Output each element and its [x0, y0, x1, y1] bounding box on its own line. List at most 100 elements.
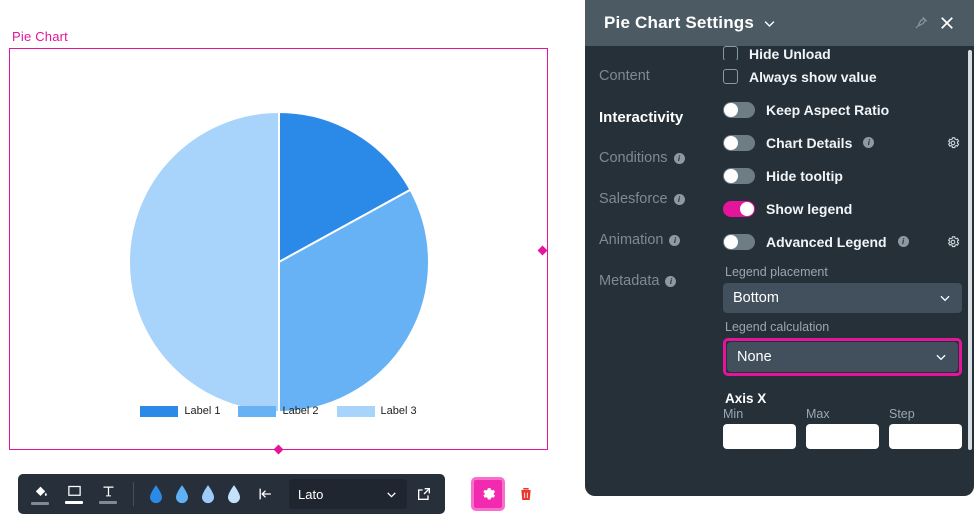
always-show-value-checkbox[interactable]	[723, 69, 738, 84]
info-icon[interactable]: i	[674, 194, 685, 205]
panel-nav-item-interactivity[interactable]: Interactivity	[599, 105, 715, 129]
color-droplet-3	[200, 484, 216, 505]
close-icon	[938, 14, 956, 32]
panel-nav: ContentInteractivityConditionsiSalesforc…	[585, 46, 715, 496]
chart-details-label: Chart Details	[766, 135, 852, 151]
hide-unload-checkbox[interactable]	[723, 46, 738, 60]
open-external-button[interactable]	[409, 478, 439, 510]
option-advanced-legend[interactable]: Advanced Legend i	[723, 225, 962, 258]
always-show-value-label: Always show value	[749, 69, 877, 85]
trash-icon	[518, 485, 534, 503]
show-legend-toggle[interactable]	[723, 201, 755, 217]
info-icon[interactable]: i	[669, 235, 680, 246]
chart-settings-button[interactable]	[471, 477, 505, 511]
border-color-indicator	[65, 501, 83, 504]
toggle-knob	[724, 235, 738, 249]
chevron-down-icon	[762, 16, 777, 31]
toggle-knob	[724, 136, 738, 150]
color-droplet-1	[148, 484, 164, 505]
pie-svg	[129, 112, 429, 412]
chart-details-settings-button[interactable]	[944, 134, 962, 152]
panel-nav-item-animation[interactable]: Animation i	[599, 228, 715, 252]
option-show-legend[interactable]: Show legend	[723, 192, 962, 225]
legend-item[interactable]: Label 1	[140, 405, 220, 417]
delete-button[interactable]	[510, 477, 542, 511]
gear-icon	[480, 486, 497, 503]
text-format-button[interactable]	[92, 478, 124, 510]
toggle-knob	[724, 103, 738, 117]
font-family-value: Lato	[298, 487, 323, 502]
hide-tooltip-toggle[interactable]	[723, 168, 755, 184]
pin-panel-button[interactable]	[908, 10, 934, 36]
panel-nav-item-conditions[interactable]: Conditions i	[599, 146, 715, 170]
legend-swatch	[337, 406, 375, 417]
format-toolbar: Lato	[18, 474, 445, 514]
advanced-legend-settings-button[interactable]	[944, 233, 962, 251]
panel-nav-label: Animation	[599, 232, 663, 248]
fill-color-button[interactable]	[24, 478, 56, 510]
option-always-show-value[interactable]: Always show value	[723, 60, 962, 93]
legend-calculation-value: None	[737, 349, 772, 365]
legend-item[interactable]: Label 2	[238, 405, 318, 417]
font-family-select[interactable]: Lato	[289, 479, 407, 509]
color-droplet-2	[174, 484, 190, 505]
chevron-down-icon	[385, 488, 398, 501]
color-swatch-button[interactable]	[143, 478, 169, 510]
info-icon[interactable]: i	[665, 276, 676, 287]
legend-placement-wrap: Bottom	[723, 283, 962, 313]
gear-icon	[945, 135, 961, 151]
option-chart-details[interactable]: Chart Details i	[723, 126, 962, 159]
close-panel-button[interactable]	[934, 10, 960, 36]
legend-placement-select[interactable]: Bottom	[723, 283, 962, 313]
axis-x-step-input[interactable]	[889, 424, 962, 449]
panel-nav-item-salesforce[interactable]: Salesforce i	[599, 187, 715, 211]
gear-icon	[945, 234, 961, 250]
chevron-down-icon	[934, 350, 948, 364]
info-icon[interactable]: i	[674, 153, 685, 164]
panel-scrollbar[interactable]	[968, 50, 972, 450]
legend-placement-label: Legend placement	[725, 265, 962, 279]
color-swatch-button[interactable]	[195, 478, 221, 510]
axis-x-max: Max	[806, 407, 879, 449]
pie-chart[interactable]: Label 1 Label 2 Label 3	[10, 49, 547, 449]
legend-swatch	[140, 406, 178, 417]
pie-slice[interactable]	[129, 112, 279, 412]
legend-calculation-select[interactable]: None	[727, 342, 958, 372]
axis-x-step-label: Step	[889, 407, 962, 421]
align-button[interactable]	[249, 478, 281, 510]
axis-x-min-label: Min	[723, 407, 796, 421]
legend-label: Label 2	[282, 405, 318, 417]
panel-collapse-button[interactable]	[762, 16, 777, 31]
axis-x-max-label: Max	[806, 407, 879, 421]
option-hide-unload[interactable]: Hide Unload	[723, 46, 962, 60]
panel-header: Pie Chart Settings	[585, 0, 974, 46]
info-icon[interactable]: i	[898, 236, 909, 247]
chart-canvas[interactable]: Label 1 Label 2 Label 3	[9, 48, 548, 450]
axis-x-max-input[interactable]	[806, 424, 879, 449]
show-legend-label: Show legend	[766, 201, 852, 217]
panel-nav-item-metadata[interactable]: Metadatai	[599, 269, 715, 293]
keep-aspect-ratio-toggle[interactable]	[723, 102, 755, 118]
chart-details-toggle[interactable]	[723, 135, 755, 151]
info-icon[interactable]: i	[863, 137, 874, 148]
text-color-indicator	[99, 501, 117, 504]
chevron-down-icon	[938, 291, 952, 305]
option-hide-tooltip[interactable]: Hide tooltip	[723, 159, 962, 192]
panel-nav-label: Interactivity	[599, 109, 683, 126]
color-swatch-button[interactable]	[169, 478, 195, 510]
color-swatch-button[interactable]	[221, 478, 247, 510]
panel-nav-label: Conditions	[599, 150, 668, 166]
panel-nav-item-content[interactable]: Content	[599, 64, 715, 88]
option-keep-aspect-ratio[interactable]: Keep Aspect Ratio	[723, 93, 962, 126]
legend-swatch	[238, 406, 276, 417]
legend-item[interactable]: Label 3	[337, 405, 417, 417]
text-format-icon	[101, 484, 116, 499]
axis-x-step: Step	[889, 407, 962, 449]
axis-x-min-input[interactable]	[723, 424, 796, 449]
pin-icon	[913, 15, 929, 31]
advanced-legend-toggle[interactable]	[723, 234, 755, 250]
axis-x-title: Axis X	[725, 391, 962, 406]
panel-nav-label: Salesforce	[599, 191, 668, 207]
border-button[interactable]	[58, 478, 90, 510]
toggle-knob	[724, 169, 738, 183]
